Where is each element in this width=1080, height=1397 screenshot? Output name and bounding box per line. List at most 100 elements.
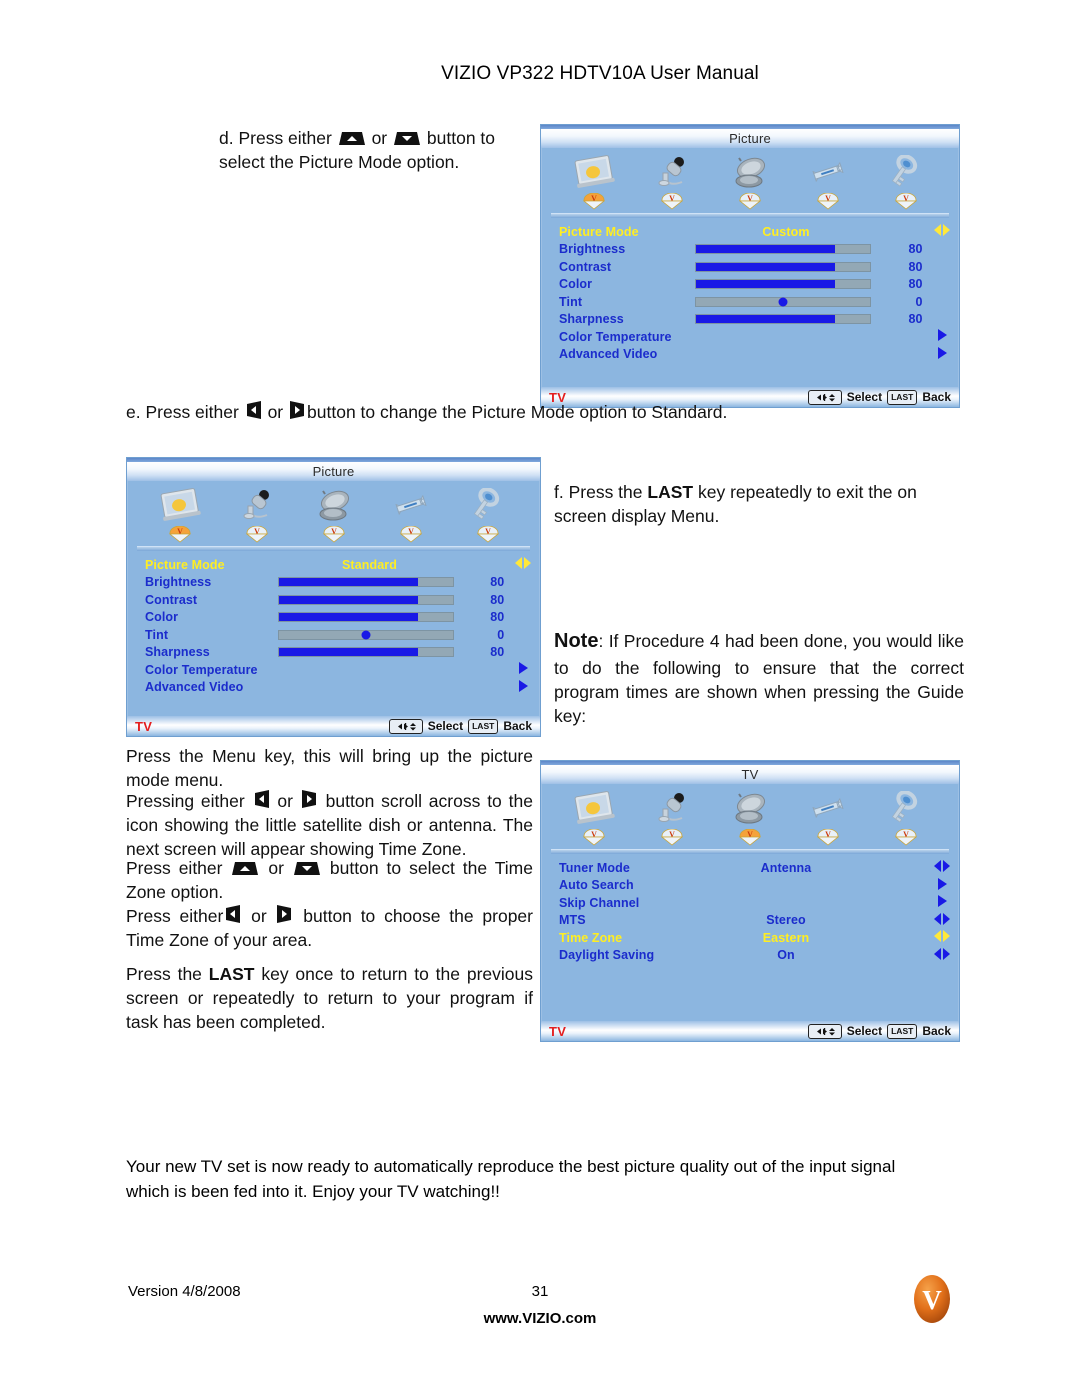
osd-row[interactable]: Picture Mode Custom (541, 223, 959, 241)
osd-row[interactable]: Brightness 80 (127, 574, 540, 592)
osd-rows[interactable]: Picture Mode Standard Brightness 80 Contras… (127, 551, 540, 696)
osd-row[interactable]: Color 80 (541, 276, 959, 294)
osd-slider[interactable] (277, 629, 454, 640)
osd-icon-strip[interactable]: V V V V V (541, 784, 959, 846)
osd-slider[interactable] (694, 279, 871, 290)
step-f-line2: screen display Menu. (554, 506, 720, 527)
osd-row-control[interactable] (277, 612, 454, 623)
osd-row-label: Brightness (145, 575, 212, 590)
osd-row[interactable]: Tuner Mode Antenna (541, 859, 959, 877)
up-button-icon (337, 130, 367, 147)
osd-row[interactable]: MTS Stereo (541, 912, 959, 930)
osd-icon-key-icon[interactable]: V (874, 785, 938, 846)
osd-row-label: Tint (145, 627, 169, 642)
osd-row[interactable]: Brightness 80 (541, 241, 959, 259)
osd-rows[interactable]: Picture Mode Custom Brightness 80 Contrast … (541, 218, 959, 363)
vizio-badge-icon: V (796, 829, 860, 846)
vizio-badge-icon: V (562, 193, 626, 210)
osd-icon-picture-monitor-icon[interactable]: V (562, 149, 626, 210)
osd-icon-key-icon[interactable]: V (456, 482, 520, 543)
osd-row-control[interactable] (277, 629, 454, 640)
osd-icon-wrench-icon[interactable]: V (796, 149, 860, 210)
osd-row-control[interactable] (277, 577, 454, 588)
osd-icon-key-icon[interactable]: V (874, 149, 938, 210)
osd-row-control[interactable] (694, 261, 871, 272)
osd-row[interactable]: Auto Search (541, 877, 959, 895)
osd-row-control[interactable]: Standard (297, 558, 442, 572)
osd-slider[interactable] (694, 261, 871, 272)
osd-slider[interactable] (694, 244, 871, 255)
osd-row-label: Sharpness (559, 312, 624, 327)
vizio-badge-icon: V (796, 193, 860, 210)
osd-row-control[interactable] (694, 279, 871, 290)
osd-row[interactable]: Sharpness 80 (541, 311, 959, 329)
osd-row-value: 0 (915, 294, 923, 309)
osd-row-value: 80 (908, 277, 923, 292)
osd-slider[interactable] (277, 612, 454, 623)
osd-icon-strip[interactable]: V V V V V (541, 148, 959, 210)
osd-row-control[interactable]: Antenna (711, 861, 861, 875)
osd-slider-fill (695, 280, 835, 289)
osd-back-label: Back (503, 719, 532, 733)
osd-row[interactable]: Picture Mode Standard (127, 556, 540, 574)
vizio-badge-icon: V (874, 193, 938, 210)
osd-icon-strip[interactable]: V V V V V (127, 481, 540, 543)
osd-picture-custom-panel[interactable]: Picture V V V V V Picture Mode Custom Br… (540, 124, 960, 408)
osd-rows[interactable]: Tuner Mode Antenna Auto Search Skip Channel… (541, 854, 959, 964)
osd-row[interactable]: Contrast 80 (541, 258, 959, 276)
osd-row-control[interactable] (694, 296, 871, 307)
osd-row[interactable]: Contrast 80 (127, 591, 540, 609)
osd-row[interactable]: Time Zone Eastern (541, 929, 959, 947)
osd-row[interactable]: Daylight Saving On (541, 947, 959, 965)
osd-icon-microphone-icon[interactable]: V (640, 785, 704, 846)
osd-row[interactable]: Tint 0 (541, 293, 959, 311)
osd-row-control[interactable] (277, 647, 454, 658)
osd-row-label: Time Zone (559, 930, 623, 945)
osd-row[interactable]: Sharpness 80 (127, 644, 540, 662)
wrench-icon (379, 482, 443, 528)
osd-row[interactable]: Advanced Video (127, 679, 540, 697)
osd-icon-picture-monitor-icon[interactable]: V (562, 785, 626, 846)
picture-monitor-icon (148, 482, 212, 528)
osd-row-control[interactable] (277, 594, 454, 605)
osd-icon-picture-monitor-icon[interactable]: V (148, 482, 212, 543)
osd-row[interactable]: Tint 0 (127, 626, 540, 644)
svg-text:V: V (747, 194, 753, 203)
osd-row-control[interactable] (694, 244, 871, 255)
osd-icon-satellite-dish-icon[interactable]: V (718, 785, 782, 846)
osd-slider-knob[interactable] (361, 630, 371, 640)
osd-row[interactable]: Color 80 (127, 609, 540, 627)
osd-slider[interactable] (277, 647, 454, 658)
osd-row[interactable]: Skip Channel (541, 894, 959, 912)
osd-row-control[interactable]: Custom (711, 225, 861, 239)
osd-tv-panel[interactable]: TV V V V V V Tuner Mode Antenna Auto Sea… (540, 760, 960, 1042)
osd-row-control[interactable]: On (711, 948, 861, 962)
osd-slider[interactable] (694, 314, 871, 325)
osd-row[interactable]: Color Temperature (541, 328, 959, 346)
osd-icon-microphone-icon[interactable]: V (225, 482, 289, 543)
osd-slider[interactable] (277, 594, 454, 605)
osd-slider[interactable] (277, 577, 454, 588)
osd-row[interactable]: Advanced Video (541, 346, 959, 364)
osd-icon-wrench-icon[interactable]: V (379, 482, 443, 543)
right-button-icon (275, 903, 294, 925)
osd-row-label: Sharpness (145, 645, 210, 660)
osd-row-control[interactable]: Stereo (711, 913, 861, 927)
osd-row-control[interactable] (694, 314, 871, 325)
vizio-badge-icon: V (718, 829, 782, 846)
osd-row-control[interactable]: Eastern (711, 931, 861, 945)
osd-slider[interactable] (694, 296, 871, 307)
osd-row[interactable]: Color Temperature (127, 661, 540, 679)
osd-icon-satellite-dish-icon[interactable]: V (302, 482, 366, 543)
osd-slider-knob[interactable] (778, 297, 788, 307)
osd-picture-standard-panel[interactable]: Picture V V V V V Picture Mode Standard … (126, 457, 541, 737)
osd-icon-satellite-dish-icon[interactable]: V (718, 149, 782, 210)
osd-icon-microphone-icon[interactable]: V (640, 149, 704, 210)
up-button-icon (230, 860, 260, 877)
vizio-badge-icon: V (640, 193, 704, 210)
vizio-badge-icon: V (562, 829, 626, 846)
svg-text:V: V (254, 527, 260, 536)
vizio-badge-icon: V (302, 526, 366, 543)
osd-icon-wrench-icon[interactable]: V (796, 785, 860, 846)
osd-row-value: 80 (908, 242, 923, 257)
